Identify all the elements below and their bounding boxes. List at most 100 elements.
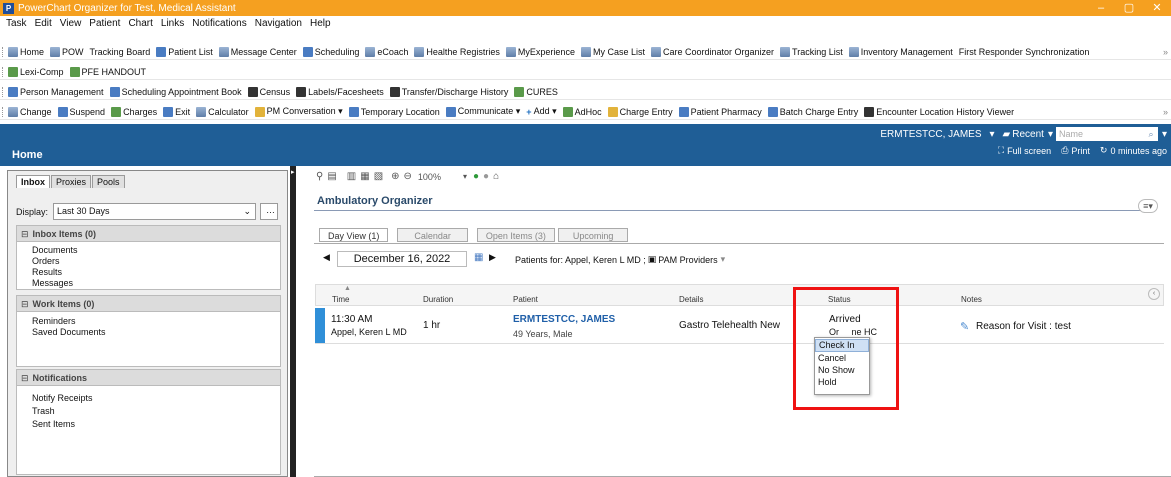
zoom-level[interactable]: 100% xyxy=(418,172,441,182)
calendar-icon[interactable]: ▦ xyxy=(474,252,483,263)
menu-notifications[interactable]: Notifications xyxy=(192,18,246,29)
tab-calendar[interactable]: Calendar xyxy=(397,228,468,242)
refresh-icon[interactable]: ↻ xyxy=(1100,145,1108,156)
tab-proxies[interactable]: Proxies xyxy=(51,175,92,188)
inbox-items-header[interactable]: ⊟ Inbox Items (0) xyxy=(17,226,280,242)
tab-inbox[interactable]: Inbox xyxy=(16,175,50,188)
next-day-icon[interactable]: ▶ xyxy=(489,252,496,263)
date-field[interactable]: December 16, 2022 xyxy=(337,251,467,267)
stop-icon[interactable]: ● xyxy=(483,171,489,182)
toolbar-person-management[interactable]: Person Management xyxy=(8,86,104,97)
appointment-notes[interactable]: Reason for Visit : test xyxy=(976,321,1071,332)
maximize-button[interactable]: ▢ xyxy=(1115,0,1143,16)
options-menu-button[interactable]: ≡▾ xyxy=(1138,199,1158,213)
toolbar-home[interactable]: Home xyxy=(8,46,44,57)
pane-splitter[interactable]: ▸ xyxy=(290,166,296,477)
binoculars-icon[interactable]: ⚲ xyxy=(316,171,323,182)
go-icon[interactable]: ● xyxy=(473,171,479,182)
home-icon[interactable]: ⌂ xyxy=(493,171,499,182)
toolbar-my-case-list[interactable]: My Case List xyxy=(580,46,645,57)
toolbar-suspend[interactable]: Suspend xyxy=(57,106,105,117)
menu-navigation[interactable]: Navigation xyxy=(255,18,302,29)
toolbar-lexi-comp[interactable]: Lexi-Comp xyxy=(8,66,64,77)
toolbar-appointment-book[interactable]: Scheduling Appointment Book xyxy=(109,86,242,97)
toolbar-charges[interactable]: Charges xyxy=(111,106,157,117)
tab-pools[interactable]: Pools xyxy=(92,175,125,188)
menu-links[interactable]: Links xyxy=(161,18,184,29)
toolbar-care-coordinator[interactable]: Care Coordinator Organizer xyxy=(650,46,774,57)
work-reminders[interactable]: Reminders xyxy=(17,316,280,327)
toolbar-change[interactable]: Change xyxy=(8,106,52,117)
toolbar-healthe-registries[interactable]: Healthe Registries xyxy=(414,46,500,57)
toolbar-encounter-history[interactable]: Encounter Location History Viewer xyxy=(864,106,1014,117)
toolbar-myexperience[interactable]: MyExperience xyxy=(505,46,575,57)
toolbar-labels[interactable]: Labels/Facesheets xyxy=(296,86,384,97)
notify-receipts[interactable]: Notify Receipts xyxy=(17,392,280,405)
notify-sent-items[interactable]: Sent Items xyxy=(17,418,280,431)
menu-patient[interactable]: Patient xyxy=(89,18,120,29)
search-icon[interactable]: ⌕ xyxy=(1143,127,1158,141)
chevron-down-icon[interactable]: ▾ xyxy=(990,129,995,140)
inbox-results[interactable]: Results xyxy=(17,267,280,278)
patient-name-link[interactable]: ERMTESTCC, JAMES xyxy=(513,314,615,325)
toolbar-tracking-board[interactable]: Tracking Board xyxy=(90,47,151,57)
fullscreen-button[interactable]: Full screen xyxy=(1007,146,1051,156)
work-saved-documents[interactable]: Saved Documents xyxy=(17,327,280,338)
toolbar-patient-pharmacy[interactable]: Patient Pharmacy xyxy=(678,106,762,117)
toolbar-pm-conversation[interactable]: PM Conversation ▾ xyxy=(254,106,343,117)
toolbar-inventory[interactable]: Inventory Management xyxy=(848,46,953,57)
zoom-in-icon[interactable]: ⊕ xyxy=(391,171,399,182)
previous-day-icon[interactable]: ◀ xyxy=(323,252,330,263)
toolbar-overflow-icon[interactable]: » xyxy=(1163,107,1168,117)
toolbar-tracking-list[interactable]: Tracking List xyxy=(780,46,843,57)
toolbar-transfer-history[interactable]: Transfer/Discharge History xyxy=(389,86,508,97)
toolbar-communicate[interactable]: Communicate ▾ xyxy=(445,106,520,117)
recent-dropdown[interactable]: Recent xyxy=(1012,129,1044,140)
minimize-button[interactable]: – xyxy=(1087,0,1115,16)
display-filter-select[interactable]: Last 30 Days ⌄ xyxy=(53,203,256,220)
toolbar-message-center[interactable]: Message Center xyxy=(218,46,297,57)
print-icon[interactable]: ▥ xyxy=(347,171,356,182)
zoom-out-icon[interactable]: ⊖ xyxy=(404,171,412,182)
menu-task[interactable]: Task xyxy=(6,18,27,29)
column-patient[interactable]: Patient xyxy=(513,295,538,304)
page-icon[interactable]: ▧ xyxy=(374,171,383,182)
display-options-button[interactable]: … xyxy=(260,203,278,220)
menu-help[interactable]: Help xyxy=(310,18,331,29)
toolbar-overflow-icon[interactable]: » xyxy=(1163,47,1168,57)
toolbar-add[interactable]: + Add ▾ xyxy=(526,106,556,117)
column-duration[interactable]: Duration xyxy=(423,295,453,304)
menu-edit[interactable]: Edit xyxy=(35,18,52,29)
column-details[interactable]: Details xyxy=(679,295,703,304)
notify-trash[interactable]: Trash xyxy=(17,405,280,418)
column-time[interactable]: Time xyxy=(332,295,349,304)
copy-icon[interactable]: ▤ xyxy=(327,171,336,182)
toolbar-charge-entry[interactable]: Charge Entry xyxy=(607,106,673,117)
menu-chart[interactable]: Chart xyxy=(128,18,152,29)
inbox-messages[interactable]: Messages xyxy=(17,278,280,289)
work-items-header[interactable]: ⊟ Work Items (0) xyxy=(17,296,280,312)
toolbar-exit[interactable]: Exit xyxy=(163,106,190,117)
print-button[interactable]: Print xyxy=(1071,146,1090,156)
toolbar-patient-list[interactable]: Patient List xyxy=(156,46,213,57)
toolbar-pow[interactable]: POW xyxy=(50,46,84,57)
toolbar-census[interactable]: Census xyxy=(247,86,290,97)
toolbar-scheduling[interactable]: Scheduling xyxy=(302,46,359,57)
patient-search-input[interactable]: Name xyxy=(1055,127,1144,141)
tab-day-view[interactable]: Day View (1) xyxy=(319,228,389,242)
tab-upcoming[interactable]: Upcoming xyxy=(557,228,629,242)
toolbar-ecoach[interactable]: eCoach xyxy=(365,46,408,57)
providers-dropdown[interactable]: PAM Providers xyxy=(658,255,717,265)
toolbar-cures[interactable]: CURES xyxy=(514,86,558,97)
tab-open-items[interactable]: Open Items (3) xyxy=(476,228,555,242)
inbox-orders[interactable]: Orders xyxy=(17,256,280,267)
chevron-down-icon[interactable]: ▾ xyxy=(721,254,726,265)
toolbar-calculator[interactable]: Calculator xyxy=(196,106,249,117)
menu-view[interactable]: View xyxy=(60,18,82,29)
toolbar-temporary-location[interactable]: Temporary Location xyxy=(348,106,440,117)
toolbar-batch-charge[interactable]: Batch Charge Entry xyxy=(767,106,858,117)
toolbar-pfe-handout[interactable]: PFE HANDOUT xyxy=(69,66,146,77)
chevron-down-icon[interactable]: ▾ xyxy=(463,172,467,181)
scroll-left-icon[interactable]: ‹ xyxy=(1148,288,1160,300)
page-icon[interactable]: ▦ xyxy=(360,171,369,182)
